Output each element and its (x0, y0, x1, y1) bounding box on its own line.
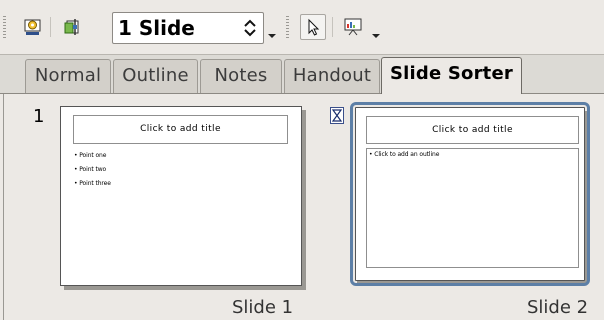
slide-caption: Slide 2 (527, 297, 589, 318)
select-button[interactable] (300, 14, 326, 40)
pane-left-border (0, 94, 4, 320)
slide-show-settings-button[interactable] (20, 14, 46, 40)
slide-thumbnail-1[interactable]: Click to add title • Point one • Point t… (60, 106, 302, 286)
toolbar-grip[interactable] (286, 16, 289, 38)
slides-per-row-spinner[interactable]: 1 Slide (112, 12, 264, 44)
slide-thumbnail-2[interactable]: Click to add title • Click to add an out… (350, 102, 590, 286)
slide-number: 1 (33, 106, 45, 127)
tab-slide-sorter[interactable]: Slide Sorter (381, 57, 522, 94)
slide-show-settings-icon (24, 19, 41, 35)
bullet-item: • Point one (74, 152, 107, 159)
spin-buttons[interactable] (239, 16, 261, 40)
presentation-button[interactable] (340, 14, 366, 40)
title-placeholder: Click to add title (73, 115, 288, 144)
hourglass-icon (332, 109, 342, 122)
slide-transition-icon (64, 19, 79, 35)
tab-notes[interactable]: Notes (200, 59, 282, 93)
slides-per-row-value: 1 Slide (118, 16, 195, 40)
view-tab-bar: Normal Outline Notes Handout Slide Sorte… (0, 54, 604, 94)
toolbar-separator (332, 17, 333, 37)
outline-placeholder: • Click to add an outline (366, 148, 579, 268)
presentation-icon (344, 18, 362, 36)
tab-normal[interactable]: Normal (25, 59, 111, 93)
title-placeholder: Click to add title (366, 116, 579, 144)
bullet-item: • Point three (74, 180, 111, 187)
bullet-item: • Point two (74, 166, 107, 173)
slide-sorter-toolbar: 1 Slide (0, 0, 604, 54)
presentation-options-chevron-down-icon[interactable] (372, 34, 380, 38)
select-pointer-icon (308, 18, 320, 36)
spin-updown-icon (244, 19, 256, 37)
slide-transition-indicator[interactable] (330, 107, 344, 124)
tab-handout[interactable]: Handout (284, 59, 380, 93)
toolbar-grip[interactable] (3, 16, 6, 38)
tab-outline[interactable]: Outline (113, 59, 198, 93)
slide-transition-button[interactable] (59, 14, 85, 40)
toolbar-separator (50, 17, 51, 37)
spinner-options-chevron-down-icon[interactable] (268, 34, 276, 38)
slide-caption: Slide 1 (232, 297, 294, 318)
bullet-item: • Click to add an outline (369, 151, 440, 158)
